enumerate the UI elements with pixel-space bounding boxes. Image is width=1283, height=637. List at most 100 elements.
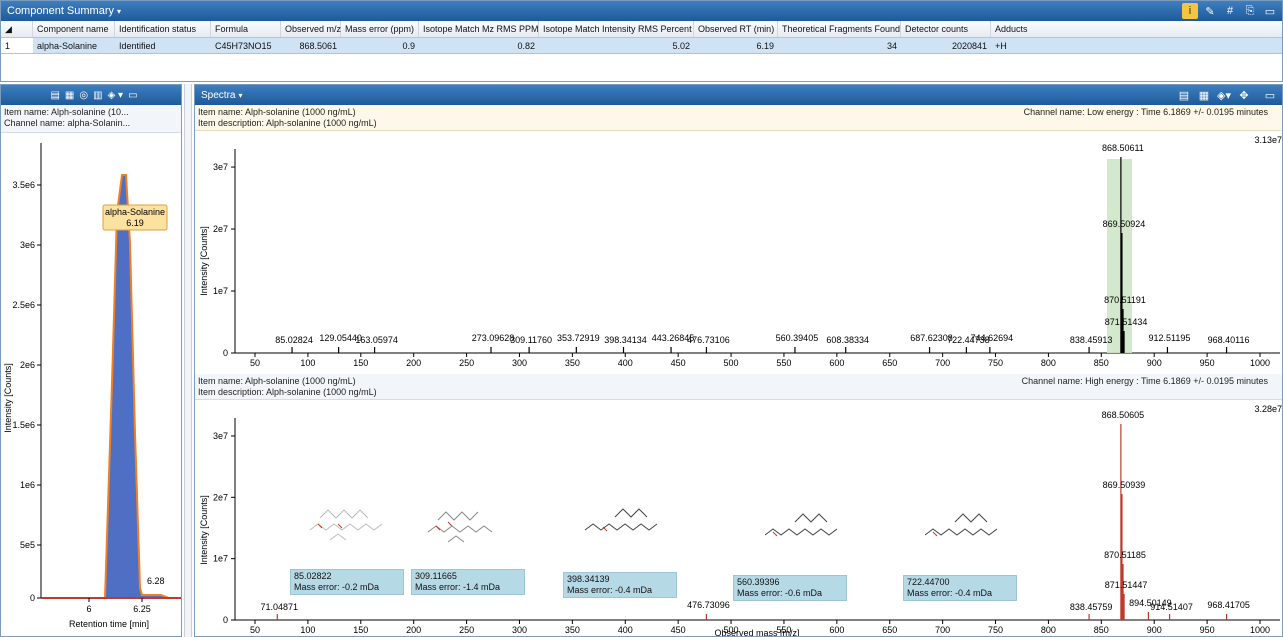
fragment-error: Mass error: -0.4 mDa xyxy=(907,588,993,598)
chrom-xtick: 6 xyxy=(86,604,91,614)
refresh-icon[interactable]: ◎ xyxy=(79,90,88,101)
high-xlabel: Observed mass [m/z] xyxy=(714,628,799,637)
y-tick-label: 3e7 xyxy=(213,431,228,441)
y-tick-label: 0 xyxy=(223,615,228,625)
col-adducts[interactable]: Adducts xyxy=(991,21,1261,37)
col-identification-status[interactable]: Identification status xyxy=(115,21,211,37)
fragment-box[interactable]: 398.34139 Mass error: -0.4 mDa xyxy=(563,572,677,598)
minimize-icon[interactable]: ▭ xyxy=(128,90,137,101)
vertical-splitter[interactable] xyxy=(184,84,192,637)
col-mass-error[interactable]: Mass error (ppm) xyxy=(341,21,419,37)
x-tick-label: 650 xyxy=(882,358,897,368)
chart-icon[interactable]: ▦ xyxy=(65,90,74,101)
minimize-icon[interactable]: ▭ xyxy=(1262,87,1278,103)
x-tick-label: 250 xyxy=(459,625,474,635)
col-observed-rt[interactable]: Observed RT (min) xyxy=(694,21,778,37)
summary-toolbar: i ✎ # ⎘ ▭ xyxy=(1182,3,1278,19)
low-item-desc: Item description: Alph-solanine (1000 ng… xyxy=(198,118,377,128)
cell-counts: 2020841 xyxy=(951,40,987,51)
table-row[interactable]: 1 alpha-Solanine Identified C45H73NO15 8… xyxy=(1,38,1282,54)
hash-icon[interactable]: # xyxy=(1222,3,1238,19)
table-icon[interactable]: ▦ xyxy=(1196,87,1212,103)
fragment-error: Mass error: -1.4 mDa xyxy=(415,582,501,592)
x-tick-label: 850 xyxy=(1094,358,1109,368)
fragment-box[interactable]: 560.39396 Mass error: -0.6 mDa xyxy=(733,575,847,601)
x-tick-label: 450 xyxy=(671,625,686,635)
peak-label: 309.11760 xyxy=(510,335,552,345)
peak-label: 744.62694 xyxy=(971,333,1014,343)
high-ylabel: Intensity [Counts] xyxy=(199,495,209,565)
chrom-ylabel: Intensity [Counts] xyxy=(3,363,13,433)
list-icon[interactable]: ▤ xyxy=(50,90,59,101)
peak-label: 968.40116 xyxy=(1208,335,1250,345)
low-max-label: 3.13e7 xyxy=(1254,135,1282,145)
x-tick-label: 700 xyxy=(935,625,950,635)
x-tick-label: 250 xyxy=(459,358,474,368)
x-tick-label: 450 xyxy=(671,358,686,368)
export-icon[interactable]: ⎘ xyxy=(1242,3,1258,19)
color-icon[interactable]: ◈ ▾ xyxy=(108,90,124,101)
x-tick-label: 900 xyxy=(1147,625,1162,635)
x-tick-label: 750 xyxy=(988,625,1003,635)
chevron-down-icon[interactable]: ▾ xyxy=(238,91,242,100)
peak-label: 968.41705 xyxy=(1207,600,1250,610)
col-formula[interactable]: Formula xyxy=(211,21,281,37)
chrom-ytick: 1e6 xyxy=(20,480,35,490)
col-iso-mz[interactable]: Isotope Match Mz RMS PPM xyxy=(419,21,539,37)
cell-status: Identified xyxy=(119,40,156,51)
chromatogram-chart[interactable]: 3.5e6 3e6 2.5e6 2e6 1.5e6 1e6 5e5 0 Inte… xyxy=(1,133,182,637)
x-tick-label: 850 xyxy=(1094,625,1109,635)
cell-mass-error: 0.9 xyxy=(402,40,415,51)
x-tick-label: 100 xyxy=(300,625,315,635)
peak-label: 608.38334 xyxy=(826,335,869,345)
fragment-mz: 309.11665 xyxy=(415,571,457,581)
x-tick-label: 300 xyxy=(512,625,527,635)
fragment-error: Mass error: -0.6 mDa xyxy=(737,588,823,598)
cell-formula: C45H73NO15 xyxy=(215,40,272,51)
x-tick-label: 400 xyxy=(618,625,633,635)
info-icon[interactable]: i xyxy=(1182,3,1198,19)
x-tick-label: 1000 xyxy=(1250,358,1270,368)
x-tick-label: 200 xyxy=(406,625,421,635)
spectra-title[interactable]: Spectra xyxy=(201,90,235,101)
x-tick-label: 350 xyxy=(565,358,580,368)
fragment-error: Mass error: -0.4 mDa xyxy=(567,585,653,595)
component-summary-title[interactable]: Component Summary xyxy=(7,5,114,17)
row-index: 1 xyxy=(1,38,33,53)
table-icon[interactable]: ▥ xyxy=(93,90,102,101)
peak-label: 838.45913 xyxy=(1070,335,1113,345)
x-tick-label: 800 xyxy=(1041,625,1056,635)
peak-label: 912.51195 xyxy=(1149,333,1191,343)
peak-label: 871.51434 xyxy=(1105,317,1148,327)
low-energy-spectrum[interactable]: 3.13e7 Intensity [Counts] 50 100 150 200 250… xyxy=(195,131,1282,372)
fragment-box[interactable]: 722.44700 Mass error: -0.4 mDa xyxy=(903,575,1017,601)
minimize-icon[interactable]: ▭ xyxy=(1262,3,1278,19)
high-energy-info: Item name: Alph-solanine (1000 ng/mL) It… xyxy=(195,374,1282,400)
col-detector-counts[interactable]: Detector counts xyxy=(901,21,991,37)
fragment-box[interactable]: 309.11665 Mass error: -1.4 mDa xyxy=(411,569,525,595)
move-icon[interactable]: ✥ xyxy=(1236,87,1252,103)
peak-label: 870.51185 xyxy=(1104,550,1146,560)
chrom-ytick: 0 xyxy=(30,593,35,603)
peak-label: 870.51191 xyxy=(1104,295,1146,305)
col-observed-mz[interactable]: Observed m/z xyxy=(281,21,341,37)
pin-icon[interactable]: ✎ xyxy=(1202,3,1218,19)
fragment-box[interactable]: 85.02822 Mass error: -0.2 mDa xyxy=(290,569,404,595)
col-iso-int[interactable]: Isotope Match Intensity RMS Percent xyxy=(539,21,694,37)
side-peak-label: 6.28 xyxy=(147,576,165,586)
row-select-header[interactable]: ◢ xyxy=(1,21,33,37)
low-channel-name: Channel name: Low energy : Time 6.1869 +… xyxy=(1023,107,1268,117)
color-icon[interactable]: ◈▾ xyxy=(1216,87,1232,103)
chromatogram-item-name: Item name: Alph-solanine (10... xyxy=(4,107,129,117)
col-theo-frags[interactable]: Theoretical Fragments Found xyxy=(778,21,901,37)
peak-label: 868.50611 xyxy=(1102,143,1144,153)
chevron-down-icon[interactable]: ▾ xyxy=(117,7,121,16)
peak-label: 869.50939 xyxy=(1103,480,1146,490)
chromatogram-panel: ▤ ▦ ◎ ▥ ◈ ▾ ▭ Item name: Alph-solanine (… xyxy=(0,84,182,637)
col-component-name[interactable]: Component name xyxy=(33,21,115,37)
peak-label: 871.51447 xyxy=(1105,580,1148,590)
x-tick-label: 200 xyxy=(406,358,421,368)
y-tick-label: 3e7 xyxy=(213,162,228,172)
list-icon[interactable]: ▤ xyxy=(1176,87,1192,103)
y-tick-label: 2e7 xyxy=(213,224,228,234)
